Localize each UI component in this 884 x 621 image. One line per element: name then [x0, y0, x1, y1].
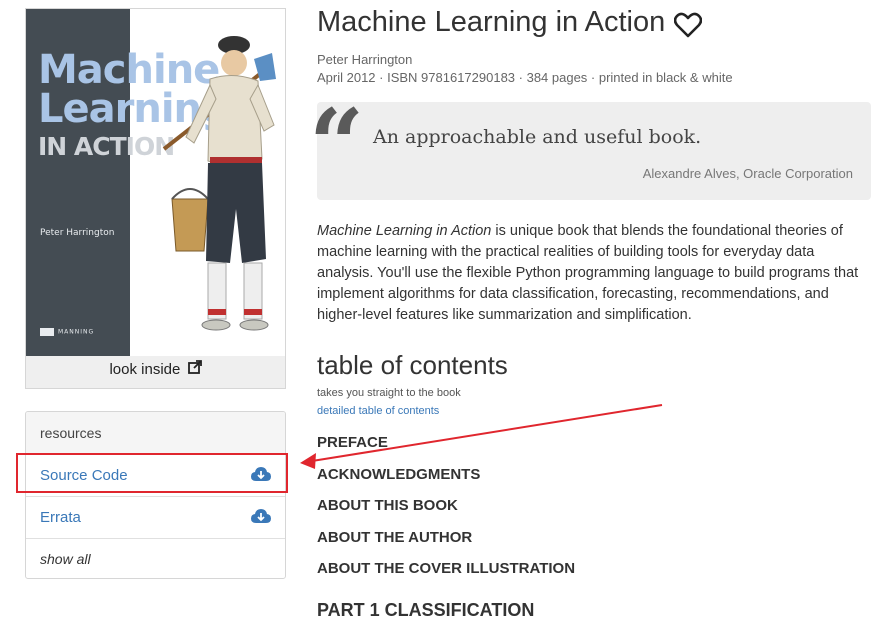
look-inside-label: look inside: [109, 361, 181, 378]
errata-link[interactable]: Errata: [26, 497, 285, 539]
book-cover-image[interactable]: Machine Learning IN ACTION Peter Harring…: [26, 9, 285, 356]
toc-item-about-the-author[interactable]: ABOUT THE AUTHOR: [317, 529, 472, 546]
look-inside-link[interactable]: look inside: [26, 360, 285, 378]
show-all-link[interactable]: show all: [26, 539, 285, 578]
book-description: Machine Learning in Action is unique boo…: [317, 221, 873, 326]
quote-mark-icon: “: [309, 88, 365, 201]
external-link-icon: [187, 360, 202, 374]
toc-item-about-this-book[interactable]: ABOUT THIS BOOK: [317, 497, 458, 514]
book-author[interactable]: Peter Harrington: [317, 52, 412, 67]
toc-item-acknowledgments[interactable]: ACKNOWLEDGMENTS: [317, 466, 480, 483]
cover-author: Peter Harrington: [40, 228, 115, 238]
detailed-toc-link[interactable]: detailed table of contents: [317, 405, 439, 417]
cover-illustration: [162, 36, 276, 331]
resources-panel: resources Source Code Errata show all: [25, 411, 286, 579]
toc-heading: table of contents: [317, 350, 508, 380]
cover-publisher-logo: MANNING: [40, 328, 94, 336]
heart-icon[interactable]: [674, 12, 702, 38]
quote-text: An approachable and useful book.: [373, 126, 702, 148]
review-quote: “ An approachable and useful book. Alexa…: [309, 97, 871, 200]
toc-part-1[interactable]: PART 1 CLASSIFICATION: [317, 600, 534, 621]
cloud-download-icon[interactable]: [251, 509, 271, 525]
book-meta: April 2012 · ISBN 9781617290183 · 384 pa…: [317, 70, 733, 85]
toc-subtitle: takes you straight to the book: [317, 387, 461, 399]
resources-header: resources: [26, 412, 285, 455]
toc-item-preface[interactable]: PREFACE: [317, 434, 388, 451]
annotation-highlight-box: [16, 453, 288, 493]
toc-item-about-cover[interactable]: ABOUT THE COVER ILLUSTRATION: [317, 560, 575, 577]
quote-attribution: Alexandre Alves, Oracle Corporation: [642, 166, 853, 181]
cover-panel: Machine Learning IN ACTION Peter Harring…: [25, 8, 286, 389]
description-book-title: Machine Learning in Action: [317, 223, 492, 239]
book-title: Machine Learning in Action: [317, 6, 666, 38]
errata-label: Errata: [40, 509, 81, 526]
